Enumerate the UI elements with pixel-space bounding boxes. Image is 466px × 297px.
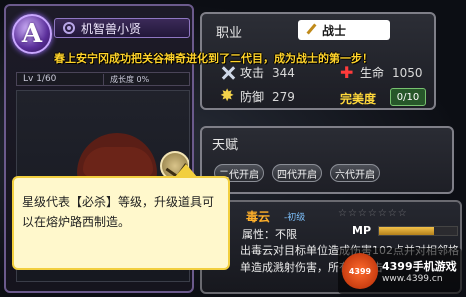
character-name: 机智兽小贤 [81, 21, 142, 36]
banner-message: 春上安宁冈成功把关谷神奇进化到了二代目，成为战士的第一步！ [54, 52, 373, 65]
talent-title: 天赋 [212, 138, 239, 153]
watermark-logo: 4399 [342, 253, 378, 289]
hp-label: 生命 [360, 66, 385, 80]
watermark-text: 4399手机游戏 www.4399.cn [382, 258, 457, 284]
perfect-label: 完美度 [340, 92, 377, 106]
attack-value: 344 [272, 65, 295, 80]
defense-label: 防御 [240, 90, 265, 104]
watermark: 4399 4399手机游戏 www.4399.cn [338, 248, 462, 294]
talent-button-gen6[interactable]: 六代开启 [330, 164, 380, 182]
defense-value: 279 [272, 89, 295, 104]
rank-letter: A [21, 19, 43, 49]
attack-label: 攻击 [240, 66, 265, 80]
level-text: Lv 1/60 [23, 74, 57, 84]
rank-badge: A [12, 14, 52, 54]
skill-attribute: 属性：不限 [242, 228, 297, 241]
gear-icon [63, 22, 75, 34]
hp-icon [340, 63, 356, 82]
mp-bar [378, 226, 458, 236]
hp-stat: 生命 1050 [340, 63, 423, 82]
talent-button-row: 二代开启 四代开启 六代开启 [214, 164, 380, 182]
defense-icon [220, 86, 236, 106]
job-label: 职业 [216, 26, 243, 41]
skill-stars: ☆☆☆☆☆☆☆ [338, 208, 408, 219]
character-name-bar: 机智兽小贤 [54, 18, 190, 38]
skill-tier: -初级 [284, 213, 306, 223]
portrait-bangs [83, 147, 153, 177]
game-screen: A 机智兽小贤 Lv 1/60 成长度 0% 职业 战士 攻击 344 ✚ 生命… [0, 0, 466, 297]
mp-label: MP [352, 224, 372, 237]
level-bar: Lv 1/60 成长度 0% [16, 72, 190, 86]
mp-bar-fill [379, 227, 434, 235]
talent-panel: 天赋 二代开启 四代开启 六代开启 [200, 126, 454, 194]
hp-value: 1050 [392, 65, 423, 80]
skill-name: 毒云 [246, 210, 271, 224]
growth-text: 成长度 0% [103, 73, 189, 85]
attack-stat: 攻击 344 [220, 64, 295, 81]
job-box[interactable]: 战士 [298, 20, 390, 40]
watermark-url: www.4399.cn [382, 274, 443, 284]
perfect-value: 0/10 [390, 88, 426, 106]
talent-button-gen4[interactable]: 四代开启 [272, 164, 322, 182]
tooltip-text: 星级代表【必杀】等级，升级道具可以在熔炉路西制造。 [22, 195, 215, 229]
defense-stat: 防御 279 [220, 86, 295, 106]
job-name: 战士 [322, 23, 347, 38]
watermark-title: 4399手机游戏 [382, 260, 457, 273]
tooltip: 星级代表【必杀】等级，升级道具可以在熔炉路西制造。 [12, 164, 230, 270]
sword-icon [304, 23, 318, 37]
attack-icon [220, 65, 236, 81]
